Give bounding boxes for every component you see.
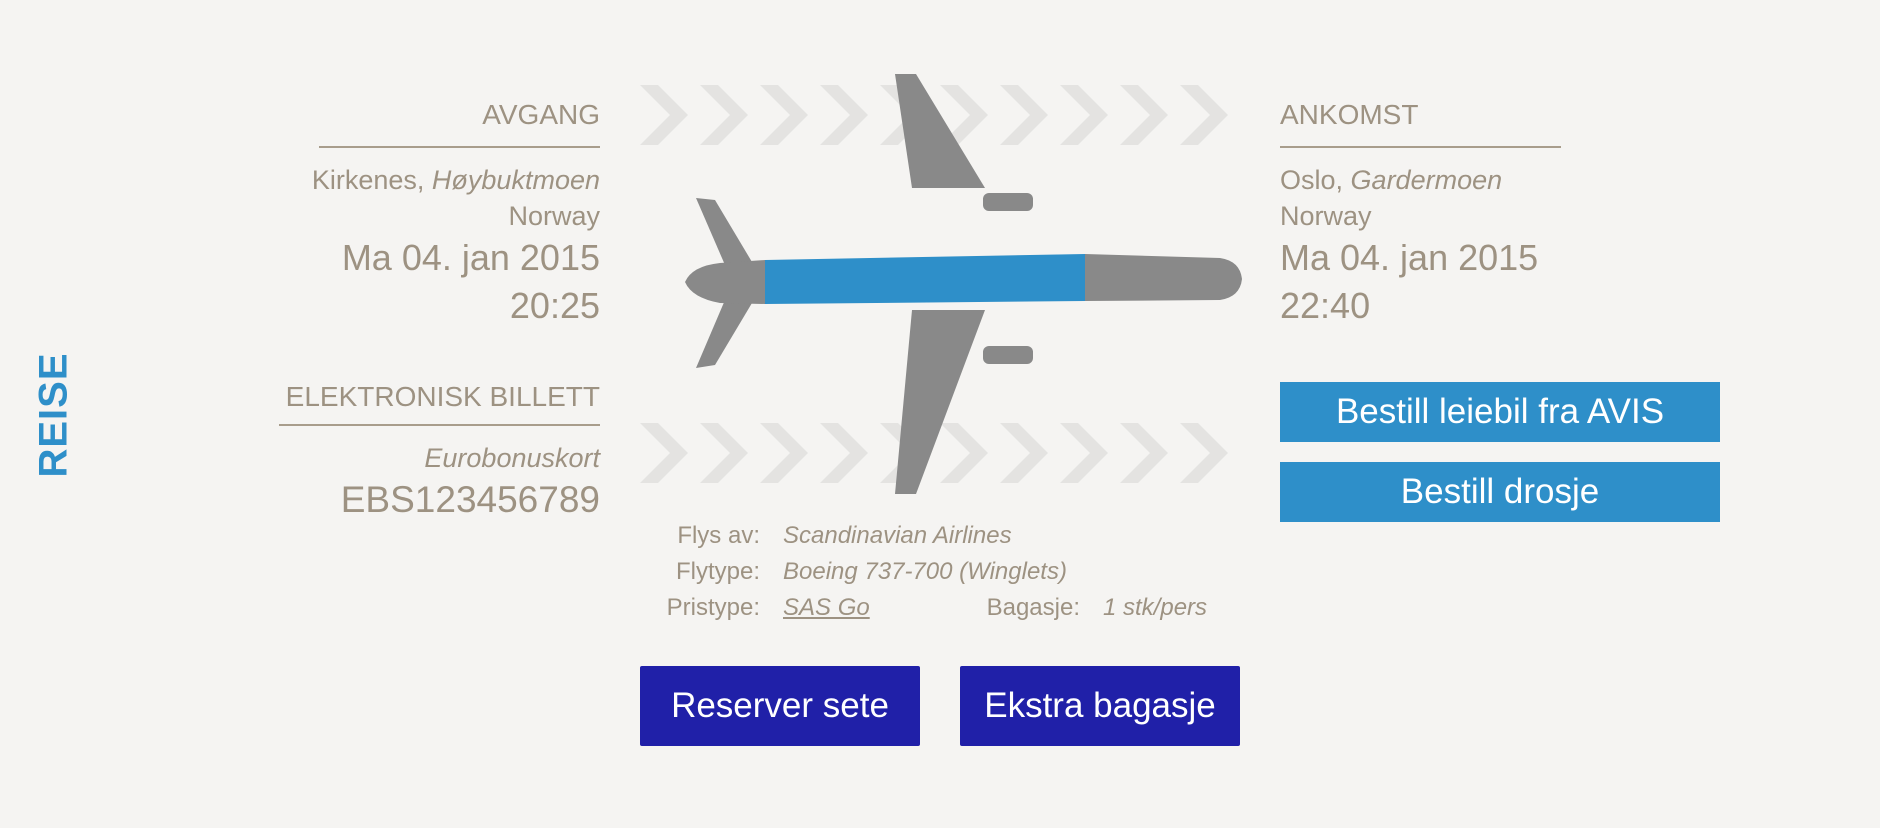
arrival-airport: Gardermoen [1350,165,1503,195]
ticket-section: ELEKTRONISK BILLETT [270,380,600,414]
departure-location: Kirkenes, Høybuktmoen [270,162,600,198]
departure-airport: Høybuktmoen [431,165,600,195]
aircraft-value: Boeing 737-700 (Winglets) [783,558,1067,585]
flight-graphic [640,74,1242,494]
baggage-value: 1 stk/pers [1103,594,1208,621]
ticket-number: EBS123456789 [340,479,600,520]
baggage-label: Bagasje: [986,594,1080,621]
reserve-seat-button[interactable]: Reserver sete [640,666,920,746]
fare-link[interactable]: SAS Go [783,590,870,626]
chevron-right-icon [1000,423,1048,483]
chevron-right-icon [1180,85,1228,145]
chevron-right-icon [760,85,808,145]
arrival-date: Ma 04. jan 2015 [1280,237,1539,278]
chevron-right-icon [760,423,808,483]
chevron-right-icon [700,423,748,483]
departure-divider [319,146,600,148]
ticket-details: Eurobonuskort EBS123456789 [270,440,600,522]
chevron-right-icon [1120,85,1168,145]
chevron-right-icon [1000,85,1048,145]
chevron-right-icon [820,85,868,145]
chevron-right-icon [1180,423,1228,483]
chevron-right-icon [640,423,688,483]
chevron-right-icon [940,423,988,483]
aircraft-label: Flytype: [675,558,760,585]
departure-section: AVGANG [270,98,600,132]
fare-label: Pristype: [666,594,760,621]
operator-label: Flys av: [677,522,760,549]
arrival-city: Oslo, [1280,165,1344,195]
arrival-section: ANKOMST [1280,98,1610,132]
arrival-time: 22:40 [1280,285,1371,326]
arrival-divider [1280,146,1561,148]
chevron-right-icon [700,85,748,145]
side-label: REISE [31,352,76,478]
departure-city: Kirkenes, [311,165,425,195]
taxi-button[interactable]: Bestill drosje [1280,462,1720,522]
chevron-right-icon [1120,423,1168,483]
arrival-details: Oslo, Gardermoen Norway Ma 04. jan 2015 … [1280,162,1610,330]
info-row-fare: Pristype: SAS Go Bagasje: 1 stk/pers [600,590,1280,626]
ticket-heading: ELEKTRONISK BILLETT [285,381,600,412]
info-row-operator: Flys av: Scandinavian Airlines [600,518,1280,554]
extra-baggage-button[interactable]: Ekstra bagasje [960,666,1240,746]
departure-country: Norway [508,201,600,231]
arrival-heading: ANKOMST [1280,99,1419,130]
operator-value: Scandinavian Airlines [783,522,1012,549]
chevron-right-icon [640,85,688,145]
departure-date: Ma 04. jan 2015 [341,237,600,278]
departure-time: 20:25 [509,285,600,326]
departure-details: Kirkenes, Høybuktmoen Norway Ma 04. jan … [270,162,600,330]
arrival-location: Oslo, Gardermoen [1280,162,1610,198]
chevron-right-icon [1060,423,1108,483]
ticket-type: Eurobonuskort [424,443,600,473]
departure-heading: AVGANG [482,99,600,130]
chevron-right-icon [1060,85,1108,145]
arrival-country: Norway [1280,201,1372,231]
chevron-right-icon [820,423,868,483]
info-row-aircraft: Flytype: Boeing 737-700 (Winglets) [600,554,1280,590]
ticket-divider [279,424,600,426]
rent-car-button[interactable]: Bestill leiebil fra AVIS [1280,382,1720,442]
